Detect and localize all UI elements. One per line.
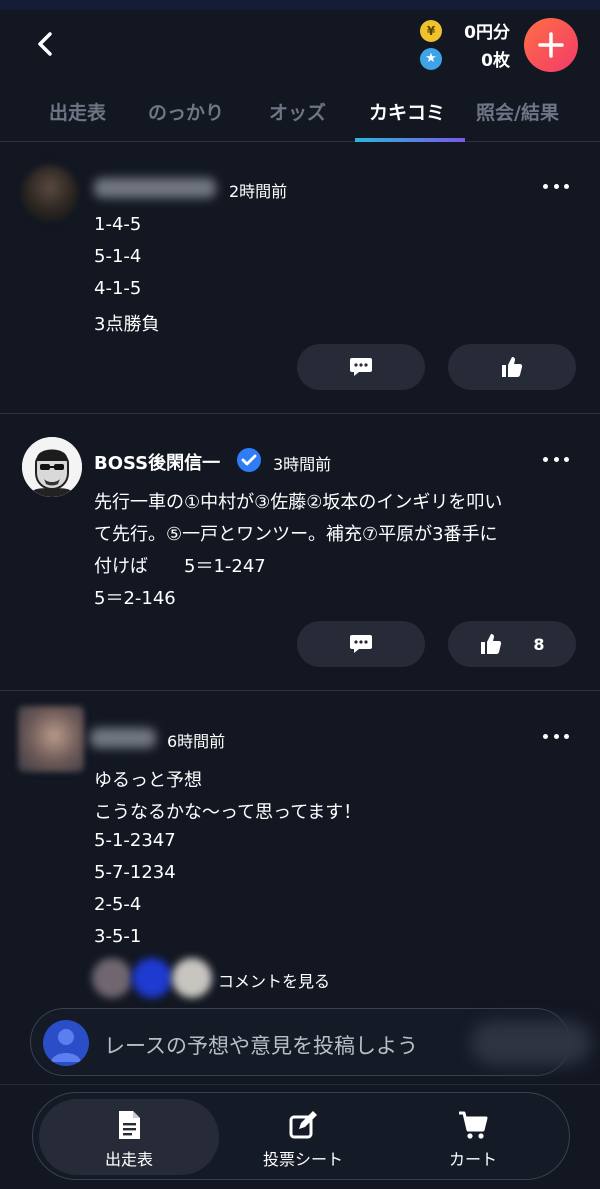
tab-entries[interactable]: 出走表 [49, 98, 106, 125]
add-button[interactable] [524, 18, 578, 72]
back-button[interactable] [34, 30, 58, 58]
post-text-line: て先行。⑤一戸とワンツー。補充⑦平原が3番手に [94, 524, 498, 545]
post-text-line: 3-5-1 [94, 926, 142, 947]
post-text-line: 1-4-5 [94, 214, 142, 235]
ticket-balance-value: 0枚 [481, 51, 510, 71]
avatar[interactable] [18, 706, 84, 772]
post-time: 6時間前 [167, 732, 226, 751]
comment-button[interactable] [297, 621, 425, 667]
plus-icon [538, 32, 564, 58]
author-name[interactable]: BOSS後閑信一 [94, 449, 220, 475]
post-text-line: 付けば 5＝1-247 [94, 556, 266, 577]
avatar[interactable] [22, 437, 82, 497]
nav-label: 出走表 [104, 1150, 153, 1169]
like-button[interactable] [448, 344, 576, 390]
post-text-line: 5-7-1234 [94, 862, 176, 883]
active-tab-indicator [355, 138, 465, 142]
nav-label: 投票シート [262, 1150, 343, 1169]
post-divider [0, 413, 600, 414]
compose-submit-redacted [471, 1021, 591, 1065]
post-text-line: 5＝2-146 [94, 588, 176, 609]
user-avatar-icon [43, 1020, 89, 1066]
tab-odds[interactable]: オッズ [269, 98, 326, 125]
post-text-line: 2-5-4 [94, 894, 142, 915]
post-time: 3時間前 [273, 455, 332, 474]
yen-coin-icon: ¥ [420, 19, 442, 42]
post-time: 2時間前 [229, 182, 288, 201]
thumbs-up-icon [502, 357, 523, 377]
commenter-avatar [172, 958, 212, 998]
star-coin-icon: ★ [420, 47, 442, 70]
cart-icon [459, 1111, 488, 1139]
tab-nokkari[interactable]: のっかり [148, 98, 224, 125]
commenter-avatar [92, 958, 132, 998]
ticket-balance: ★ 0枚 [420, 46, 510, 71]
more-options-button[interactable] [543, 182, 569, 190]
post-text-line: ゆるっと予想 [94, 770, 202, 791]
more-options-button[interactable] [543, 732, 569, 740]
post-text-line: こうなるかな〜って思ってます！ [94, 802, 362, 823]
comment-icon [350, 635, 372, 653]
coin-balance: ¥ 0円分 [420, 18, 510, 43]
edit-icon [289, 1111, 317, 1139]
comment-button[interactable] [297, 344, 425, 390]
document-icon [119, 1111, 140, 1139]
verified-badge-icon [237, 448, 261, 472]
post-text-line: 先行一車の①中村が③佐藤②坂本のインギリを叩い [94, 492, 503, 513]
more-options-button[interactable] [543, 455, 569, 463]
chevron-left-icon [38, 32, 52, 56]
commenter-avatar [132, 958, 172, 998]
portrait-illustration-icon [22, 437, 82, 497]
wallet-summary: ¥ 0円分 ★ 0枚 [420, 18, 520, 78]
author-name-redacted[interactable] [90, 728, 156, 748]
see-comments-link[interactable]: コメントを見る [218, 968, 330, 992]
compose-bar[interactable]: レースの予想や意見を投稿しよう [30, 1008, 591, 1076]
like-count: 8 [533, 634, 545, 654]
divider [0, 1084, 600, 1085]
tab-results[interactable]: 照会/結果 [476, 98, 559, 125]
author-name-redacted[interactable] [94, 178, 216, 198]
like-button[interactable]: 8 [448, 621, 576, 667]
comment-icon [350, 358, 372, 376]
nav-item-ballot-sheet[interactable]: 投票シート [213, 1099, 393, 1175]
tab-kakikomi[interactable]: カキコミ [369, 98, 445, 125]
post-text-line: 5-1-2347 [94, 830, 176, 851]
post-text-line: 3点勝負 [94, 314, 160, 335]
post-divider [0, 690, 600, 691]
coin-balance-value: 0円分 [464, 23, 510, 43]
nav-item-entries[interactable]: 出走表 [39, 1099, 219, 1175]
avatar[interactable] [22, 165, 78, 221]
status-bar-strip [0, 0, 600, 10]
tab-bar: 出走表 のっかり オッズ カキコミ 照会/結果 [0, 86, 600, 142]
post-text-line: 5-1-4 [94, 246, 142, 267]
bottom-navigation: 出走表 投票シート カート [32, 1092, 570, 1180]
post-text-line: 4-1-5 [94, 278, 142, 299]
nav-label: カート [448, 1150, 497, 1169]
thumbs-up-icon [481, 634, 502, 654]
nav-item-cart[interactable]: カート [383, 1099, 563, 1175]
compose-placeholder: レースの予想や意見を投稿しよう [104, 1034, 418, 1058]
